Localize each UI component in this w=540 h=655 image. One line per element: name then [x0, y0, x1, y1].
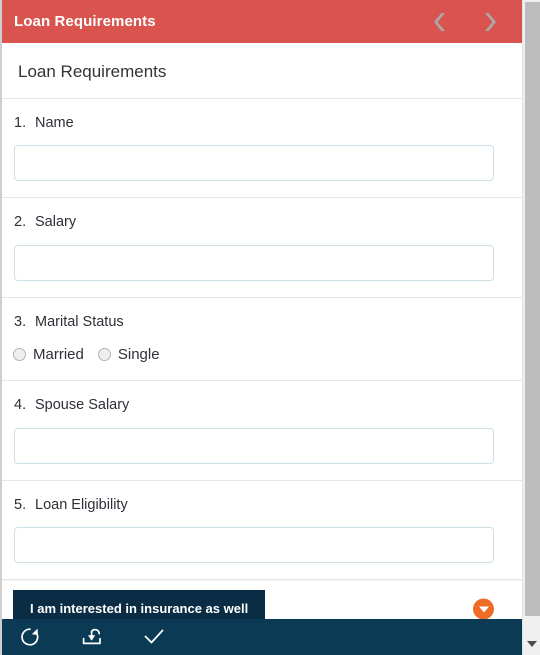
question-2-label: 2. Salary	[2, 198, 522, 231]
chevron-right-icon[interactable]	[478, 9, 500, 35]
question-1-number: 1.	[14, 115, 27, 131]
radio-option-single[interactable]: Single	[97, 346, 160, 364]
question-4-input-wrap	[2, 415, 522, 480]
checkmark-icon[interactable]	[142, 625, 166, 649]
form-body: Loan Requirements 1. Name 2. Salary 3. M…	[2, 43, 522, 655]
caret-down-glyph	[478, 606, 489, 613]
loan-requirements-form-window: Loan Requirements Loan Requirements 1. N…	[0, 0, 540, 655]
question-1-label: 1. Name	[2, 99, 522, 132]
chevron-left-icon[interactable]	[430, 9, 452, 35]
loan-eligibility-input[interactable]	[14, 526, 494, 563]
caret-down-icon[interactable]	[473, 598, 494, 620]
question-2-salary: 2. Salary	[2, 198, 522, 297]
scroll-down-arrow-glyph	[527, 641, 537, 647]
app-title: Loan Requirements	[14, 13, 156, 30]
vertical-scrollbar[interactable]	[522, 0, 540, 655]
question-3-marital-status: 3. Marital Status Married Single	[2, 297, 522, 381]
form-column: Loan Requirements Loan Requirements 1. N…	[0, 0, 522, 655]
question-2-number: 2.	[14, 214, 27, 231]
question-4-label: 4. Spouse Salary	[2, 381, 522, 414]
name-input[interactable]	[14, 145, 494, 182]
question-3-number: 3.	[14, 313, 27, 330]
app-header-bar: Loan Requirements	[2, 0, 522, 43]
radio-button-single[interactable]	[97, 348, 111, 362]
question-1-name: 1. Name	[2, 99, 522, 198]
restore-upload-icon[interactable]	[80, 625, 104, 649]
bottom-toolbar	[2, 619, 522, 655]
question-2-text: Salary	[35, 214, 77, 231]
spouse-salary-input[interactable]	[14, 427, 494, 464]
question-5-number: 5.	[14, 496, 27, 513]
salary-input[interactable]	[14, 244, 494, 281]
question-5-input-wrap	[2, 514, 522, 579]
refresh-icon[interactable]	[18, 625, 42, 649]
question-4-number: 4.	[14, 397, 27, 414]
question-1-input-wrap	[2, 132, 522, 197]
scrollbar-thumb[interactable]	[525, 2, 540, 616]
radio-label-single: Single	[117, 346, 160, 364]
radio-option-married[interactable]: Married	[13, 347, 84, 362]
radio-button-married[interactable]	[13, 348, 26, 362]
scroll-down-arrow-icon[interactable]	[523, 633, 540, 655]
question-3-text: Marital Status	[35, 313, 124, 330]
question-4-spouse-salary: 4. Spouse Salary	[2, 381, 522, 480]
page-title: Loan Requirements	[18, 62, 167, 81]
question-3-label: 3. Marital Status	[2, 298, 522, 331]
question-5-text: Loan Eligibility	[35, 496, 128, 513]
question-2-input-wrap	[2, 232, 522, 297]
question-4-text: Spouse Salary	[35, 397, 130, 414]
radio-label-married: Married	[33, 346, 84, 364]
question-5-label: 5. Loan Eligibility	[2, 481, 522, 514]
marital-status-radio-group: Married Single	[2, 331, 522, 380]
header-navigation	[430, 9, 508, 35]
question-1-text: Name	[35, 115, 74, 131]
question-5-loan-eligibility: 5. Loan Eligibility	[2, 480, 522, 579]
